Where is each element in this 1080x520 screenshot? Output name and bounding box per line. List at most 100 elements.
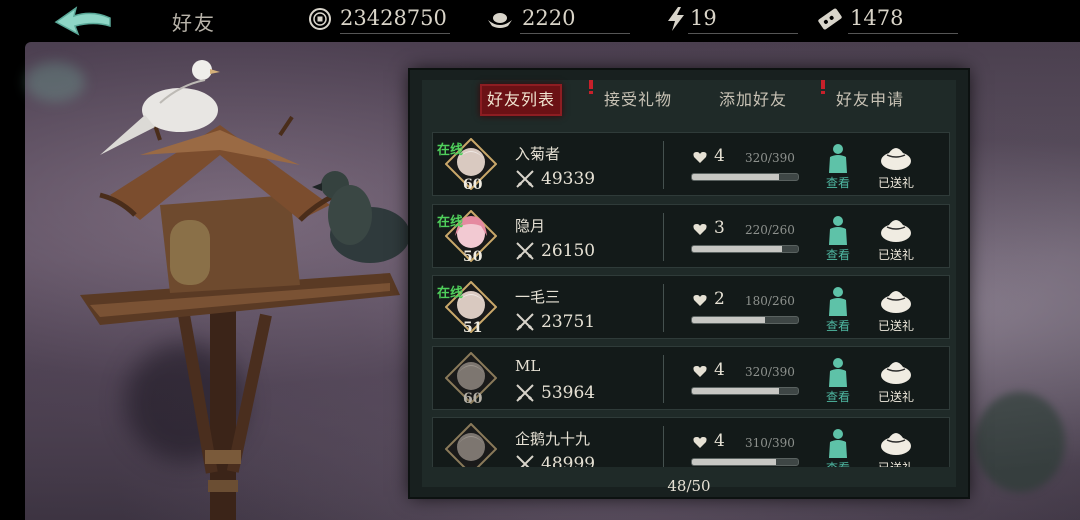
intimacy-bar xyxy=(691,458,799,466)
person-silhouette-icon xyxy=(829,216,847,245)
row-divider xyxy=(663,141,664,189)
crossed-swords-icon xyxy=(516,384,534,402)
gift-bag-icon xyxy=(881,433,911,455)
row-divider xyxy=(663,213,664,261)
ingot-icon xyxy=(488,13,512,28)
avatar[interactable] xyxy=(445,423,497,467)
energy-counter: 19 xyxy=(664,0,800,42)
tab-add-friend[interactable]: 添加好友 xyxy=(710,84,796,116)
online-status: 在线 xyxy=(437,143,464,158)
exclamation-icon xyxy=(589,80,593,94)
gift-label: 已送礼 xyxy=(877,176,914,190)
gift-label: 已送礼 xyxy=(873,459,919,467)
friend-level: 50 xyxy=(463,249,483,265)
gift-button[interactable]: 已送礼 xyxy=(873,284,919,334)
intimacy-bar-fill xyxy=(692,174,779,180)
gift-bag-icon xyxy=(881,362,911,384)
person-silhouette-icon xyxy=(829,144,847,173)
friend-name: 一毛三 xyxy=(515,288,561,306)
gift-button[interactable]: 已送礼 xyxy=(873,355,919,405)
friend-level: 51 xyxy=(463,320,483,336)
tab-receive-gifts[interactable]: 接受礼物 xyxy=(596,84,680,116)
row-divider xyxy=(663,355,664,403)
back-arrow-icon[interactable] xyxy=(52,6,114,38)
gold-value: 23428750 xyxy=(340,6,447,30)
lightning-icon xyxy=(668,7,684,31)
combat-power: 26150 xyxy=(541,241,596,261)
tab-bar: 好友列表 接受礼物 添加好友 好友申请 xyxy=(410,70,968,130)
online-status: 在线 xyxy=(437,286,464,301)
combat-power: 23751 xyxy=(541,312,596,332)
friend-row[interactable]: 在线 60 入菊者 49339 4 320/390 查看 已送礼 xyxy=(432,132,950,196)
coin-icon xyxy=(309,8,331,30)
view-label: 查看 xyxy=(823,459,853,467)
gift-bag-icon xyxy=(881,291,911,313)
intimacy-value: 180/260 xyxy=(745,294,795,308)
intimacy-value: 220/260 xyxy=(745,223,795,237)
friend-level: 60 xyxy=(463,177,483,193)
friend-level: 60 xyxy=(463,391,483,407)
heart-count: 3 xyxy=(714,218,725,238)
friend-row[interactable]: 在线 50 隐月 26150 3 220/260 查看 已送礼 xyxy=(432,204,950,268)
gift-button[interactable]: 已送礼 xyxy=(873,141,919,191)
intimacy-bar-fill xyxy=(692,246,783,252)
top-bar: 好友 23428750 2220 19 1478 xyxy=(0,0,1080,42)
energy-value: 19 xyxy=(690,6,717,30)
online-status: 在线 xyxy=(437,215,464,230)
view-button[interactable]: 查看 xyxy=(823,286,853,334)
crossed-swords-icon xyxy=(516,170,534,188)
intimacy-value: 320/390 xyxy=(745,365,795,379)
heart-icon xyxy=(693,152,707,163)
heart-icon xyxy=(693,224,707,235)
row-divider xyxy=(663,426,664,467)
tab-friend-list[interactable]: 好友列表 xyxy=(480,84,562,116)
gift-bag-icon xyxy=(881,148,911,170)
intimacy-bar xyxy=(691,245,799,253)
heart-count: 4 xyxy=(714,431,725,451)
friend-row[interactable]: 在线 51 一毛三 23751 2 180/260 查看 已送礼 xyxy=(432,275,950,339)
view-button[interactable]: 查看 xyxy=(823,215,853,263)
ticket-icon xyxy=(818,8,842,30)
friend-name: ML xyxy=(515,357,541,375)
energy-underline xyxy=(688,33,798,34)
view-button[interactable]: 查看 xyxy=(823,357,853,405)
intimacy-bar xyxy=(691,173,799,181)
ingot-underline xyxy=(520,33,630,34)
heart-count: 4 xyxy=(714,360,725,380)
gift-bag-icon xyxy=(881,220,911,242)
gift-button[interactable]: 已送礼 xyxy=(873,426,919,467)
crossed-swords-icon xyxy=(516,455,534,467)
ticket-value: 1478 xyxy=(850,6,904,30)
page-title: 好友 xyxy=(172,11,216,35)
friend-row[interactable]: 企鹅九十九 48999 4 310/390 xyxy=(432,417,950,467)
exclamation-icon xyxy=(821,80,825,94)
gold-underline xyxy=(340,33,450,34)
person-silhouette-icon xyxy=(829,287,847,316)
view-button[interactable]: 查看 xyxy=(823,428,853,467)
combat-power: 53964 xyxy=(541,383,596,403)
intimacy-value: 320/390 xyxy=(745,151,795,165)
birdhouse-artwork xyxy=(80,60,410,520)
crossed-swords-icon xyxy=(516,242,534,260)
intimacy-bar xyxy=(691,387,799,395)
combat-power: 48999 xyxy=(541,454,596,467)
intimacy-bar xyxy=(691,316,799,324)
friend-name: 入菊者 xyxy=(515,145,561,163)
intimacy-bar-fill xyxy=(692,388,779,394)
friend-name: 隐月 xyxy=(515,217,546,235)
person-silhouette-icon xyxy=(829,358,847,387)
gift-button[interactable]: 已送礼 xyxy=(873,213,919,263)
tab-friend-requests[interactable]: 好友申请 xyxy=(828,84,912,116)
view-label: 查看 xyxy=(825,319,850,333)
friend-list[interactable]: 在线 60 入菊者 49339 4 320/390 查看 已送礼 在线 50 隐… xyxy=(432,132,950,467)
intimacy-bar-fill xyxy=(692,459,776,465)
intimacy-bar-fill xyxy=(692,317,766,323)
friends-screen: 好友 23428750 2220 19 1478 好友列表 接受礼物 添加好友 … xyxy=(0,0,1080,520)
view-label: 查看 xyxy=(825,176,850,190)
heart-icon xyxy=(693,366,707,377)
friend-row[interactable]: 60 ML 53964 4 320/390 查看 已送礼 xyxy=(432,346,950,410)
gift-label: 已送礼 xyxy=(877,390,914,404)
intimacy-value: 310/390 xyxy=(745,436,795,450)
view-button[interactable]: 查看 xyxy=(823,143,853,191)
gift-label: 已送礼 xyxy=(877,248,914,262)
